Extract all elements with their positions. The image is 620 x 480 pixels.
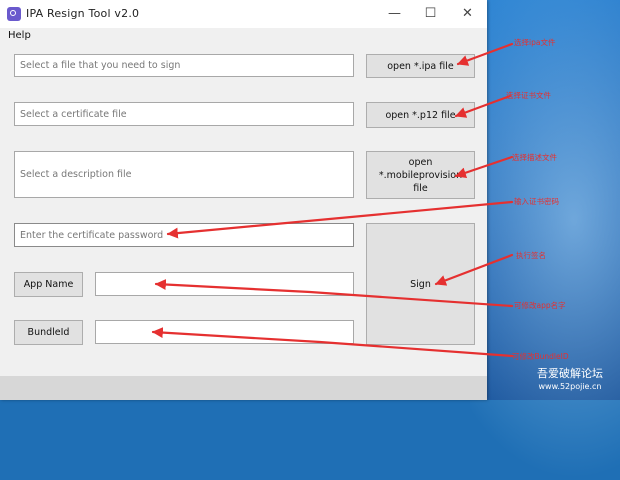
- app-window: IPA Resign Tool v2.0 — ☐ ✕ Help Select a…: [0, 0, 487, 400]
- ipa-file-input[interactable]: Select a file that you need to sign: [14, 54, 354, 77]
- menu-bar: Help: [0, 28, 487, 46]
- note-password: 输入证书密码: [514, 197, 559, 206]
- note-app-name: 可修改app名字: [514, 301, 566, 310]
- maximize-icon[interactable]: ☐: [412, 0, 449, 28]
- certificate-file-placeholder: Select a certificate file: [20, 108, 127, 120]
- certificate-file-input[interactable]: Select a certificate file: [14, 102, 354, 126]
- menu-help[interactable]: Help: [8, 30, 31, 41]
- note-p12: 选择证书文件: [506, 91, 551, 100]
- open-mobileprovision-button[interactable]: open *.mobileprovision file: [366, 151, 475, 199]
- close-icon[interactable]: ✕: [449, 0, 486, 28]
- certificate-password-placeholder: Enter the certificate password: [20, 229, 164, 241]
- bundleid-input[interactable]: [95, 320, 354, 344]
- title-bar: IPA Resign Tool v2.0 — ☐ ✕: [0, 0, 487, 28]
- note-mobileprovision: 选择描述文件: [512, 153, 557, 162]
- window-title: IPA Resign Tool v2.0: [26, 7, 140, 20]
- app-name-button[interactable]: App Name: [14, 272, 83, 297]
- watermark-url: www.52pojie.cn: [538, 382, 602, 391]
- status-bar: [0, 376, 487, 400]
- open-ipa-button[interactable]: open *.ipa file: [366, 54, 475, 78]
- minimize-icon[interactable]: —: [376, 0, 413, 28]
- watermark: 吾爱破解论坛 www.52pojie.cn: [520, 366, 620, 400]
- open-p12-button[interactable]: open *.p12 file: [366, 102, 475, 128]
- certificate-password-input[interactable]: Enter the certificate password: [14, 223, 354, 247]
- note-ipa: 选择ipa文件: [514, 38, 556, 47]
- app-icon: [7, 7, 21, 21]
- note-bundleid: 可修改BundleID: [512, 352, 569, 361]
- description-file-placeholder: Select a description file: [20, 169, 132, 180]
- app-name-input[interactable]: [95, 272, 354, 296]
- watermark-title: 吾爱破解论坛: [537, 367, 603, 380]
- ipa-file-placeholder: Select a file that you need to sign: [20, 60, 181, 71]
- note-sign: 执行签名: [516, 251, 546, 260]
- bundleid-button[interactable]: BundleId: [14, 320, 83, 345]
- sign-button[interactable]: Sign: [366, 223, 475, 345]
- description-file-input[interactable]: Select a description file: [14, 151, 354, 198]
